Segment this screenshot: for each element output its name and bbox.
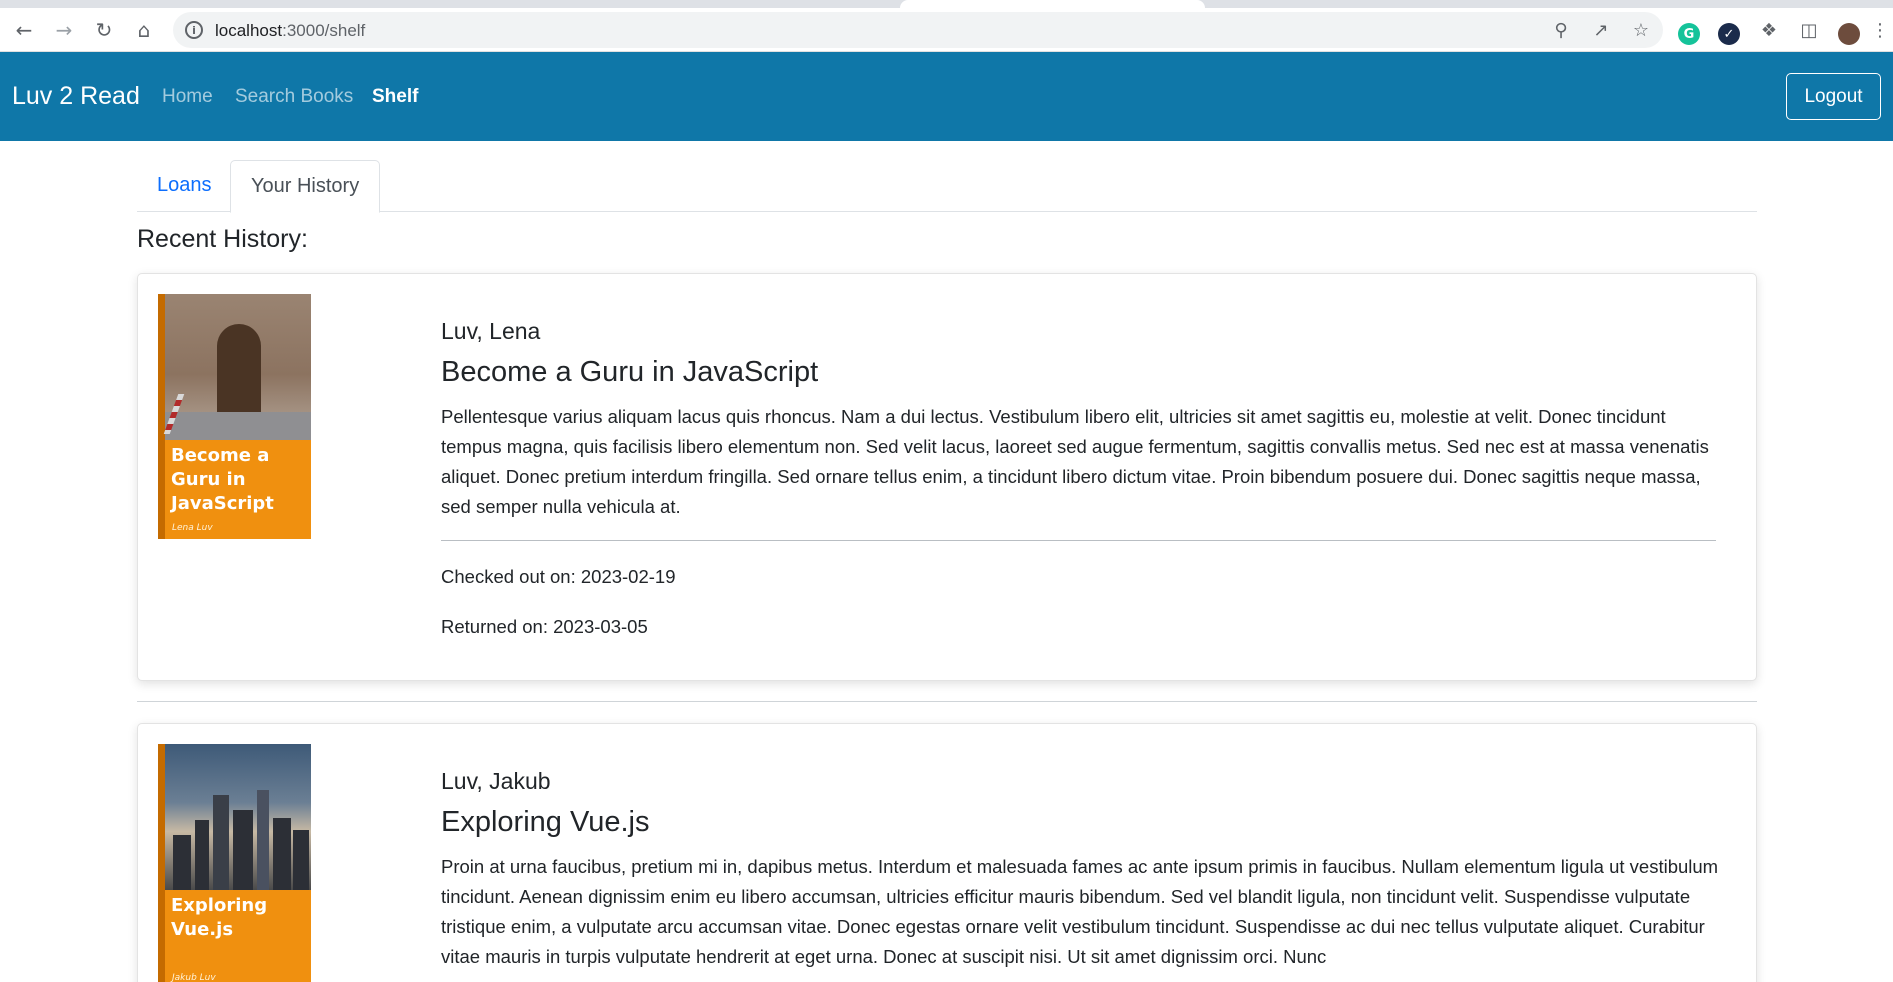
cover-photo-ground <box>165 412 311 440</box>
section-title: Recent History: <box>137 225 308 253</box>
forward-arrow-icon[interactable]: → <box>50 16 78 44</box>
avatar-icon[interactable] <box>1838 23 1860 45</box>
history-card: Exploring Vue.js Jakub Luv Luv, Jakub Ex… <box>137 723 1757 982</box>
key-icon[interactable]: ⚲ <box>1549 18 1573 42</box>
browser-tab-strip <box>0 0 1893 8</box>
browser-active-tab[interactable] <box>900 0 1205 8</box>
cover-title: Become a Guru in JavaScript <box>171 445 274 514</box>
cover-author: Jakub Luv <box>172 973 216 982</box>
cover-photo-building <box>293 830 309 890</box>
url-path: :3000/shelf <box>282 21 366 40</box>
address-bar[interactable]: i localhost:3000/shelf ⚲ ↗ ☆ <box>173 12 1663 48</box>
logout-button[interactable]: Logout <box>1786 73 1881 120</box>
cover-spine <box>158 294 165 539</box>
check-icon[interactable]: ✓ <box>1718 23 1740 45</box>
cover-photo-building <box>257 790 269 890</box>
book-author: Luv, Lena <box>441 318 541 344</box>
grammarly-icon[interactable]: G <box>1678 23 1700 45</box>
checked-out-date: Checked out on: 2023-02-19 <box>441 566 676 587</box>
reload-icon[interactable]: ↻ <box>90 16 118 44</box>
cover-photo-building <box>273 818 291 890</box>
book-description: Proin at urna faucibus, pretium mi in, d… <box>441 856 1719 967</box>
app-navbar: Luv 2 Read Home Search Books Shelf Logou… <box>0 52 1893 141</box>
nav-link-search-books[interactable]: Search Books <box>235 86 353 108</box>
nav-link-home[interactable]: Home <box>162 86 213 108</box>
url-host: localhost <box>215 21 283 40</box>
book-description: Pellentesque varius aliquam lacus quis r… <box>441 406 1709 517</box>
tab-loans[interactable]: Loans <box>137 160 232 212</box>
cover-photo-building <box>195 820 209 890</box>
browser-toolbar: ← → ↻ ⌂ i localhost:3000/shelf ⚲ ↗ ☆ G ✓… <box>0 8 1893 52</box>
cover-author: Lena Luv <box>172 523 213 533</box>
tab-your-history[interactable]: Your History <box>230 160 381 213</box>
card-divider <box>441 540 1716 541</box>
star-icon[interactable]: ☆ <box>1629 18 1653 42</box>
book-author: Luv, Jakub <box>441 768 551 794</box>
returned-date: Returned on: 2023-03-05 <box>441 616 648 637</box>
cover-spine <box>158 744 165 982</box>
nav-link-shelf[interactable]: Shelf <box>372 86 418 108</box>
back-arrow-icon[interactable]: ← <box>10 16 38 44</box>
history-card: Become a Guru in JavaScript Lena Luv Luv… <box>137 273 1757 681</box>
cover-title: Exploring Vue.js <box>171 895 268 940</box>
shelf-tabs: Loans Your History <box>137 160 1757 213</box>
cover-photo <box>163 294 311 440</box>
page: ← → ↻ ⌂ i localhost:3000/shelf ⚲ ↗ ☆ G ✓… <box>0 0 1893 982</box>
brand-logo-text[interactable]: Luv 2 Read <box>12 82 140 111</box>
puzzle-icon[interactable]: ❖ <box>1755 16 1783 44</box>
book-cover-image: Become a Guru in JavaScript Lena Luv <box>158 294 311 539</box>
cover-photo-building <box>213 795 229 890</box>
kebab-menu-icon[interactable]: ⋮ <box>1870 16 1890 44</box>
cover-photo-building <box>173 835 191 890</box>
history-separator <box>137 701 1757 702</box>
share-icon[interactable]: ↗ <box>1589 18 1613 42</box>
book-title: Become a Guru in JavaScript <box>441 356 819 388</box>
home-icon[interactable]: ⌂ <box>130 16 158 44</box>
book-title: Exploring Vue.js <box>441 806 650 838</box>
cover-photo-door <box>217 324 261 414</box>
side-panel-icon[interactable]: ◫ <box>1795 16 1823 44</box>
url-text[interactable]: localhost:3000/shelf <box>215 21 365 41</box>
book-cover-image: Exploring Vue.js Jakub Luv <box>158 744 311 982</box>
info-icon[interactable]: i <box>185 21 203 39</box>
cover-photo-building <box>233 810 253 890</box>
cover-photo <box>165 744 311 890</box>
